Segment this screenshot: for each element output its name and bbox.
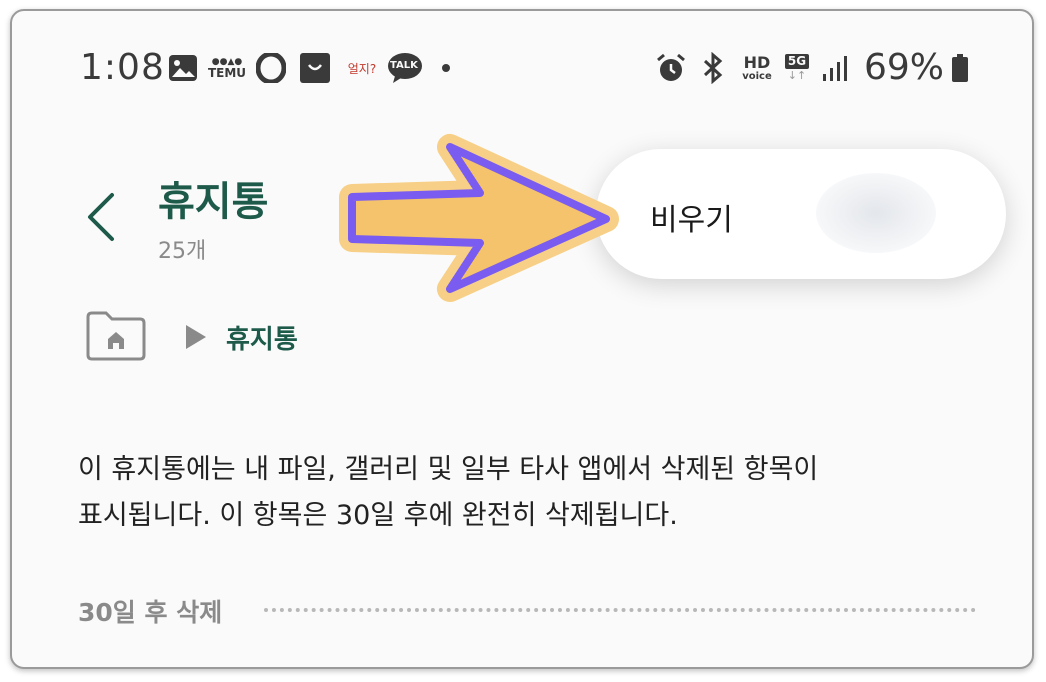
battery-icon [948, 51, 972, 85]
overflow-menu: 비우기 [596, 149, 1006, 279]
chevron-left-icon [88, 193, 114, 241]
screen-frame: 1:08 ●●▲● TEMU 얼지? TALK HD voice 5G ↓↑ 6… [10, 9, 1034, 669]
item-count: 25개 [158, 239, 207, 264]
home-folder-button[interactable] [84, 309, 148, 363]
touch-ripple [816, 173, 936, 253]
annotation-arrow-icon [339, 134, 619, 302]
description-line: 표시됩니다. 이 항목은 30일 후에 완전히 삭제됩니다. [78, 500, 678, 531]
bluetooth-icon [698, 51, 728, 85]
page-title: 휴지통 [158, 179, 269, 225]
section-header: 30일 후 삭제 [78, 598, 223, 627]
description-line: 이 휴지통에는 내 파일, 갤러리 및 일부 타사 앱에서 삭제된 항목이 [78, 454, 819, 485]
gallery-icon [166, 51, 200, 85]
alarm-icon [654, 51, 688, 85]
more-dot-icon [436, 51, 456, 85]
breadcrumb-current[interactable]: 휴지통 [226, 319, 298, 356]
status-time: 1:08 [80, 47, 165, 88]
status-bar: 1:08 ●●▲● TEMU 얼지? TALK HD voice 5G ↓↑ 6… [12, 11, 1032, 111]
5g-icon: 5G ↓↑ [782, 51, 812, 85]
hd-voice-icon: HD voice [742, 52, 772, 82]
shopping-bag-icon [296, 51, 334, 85]
breadcrumb-separator-icon [186, 325, 206, 349]
talk-icon: TALK [386, 51, 424, 85]
oeji-icon: 얼지? [347, 61, 377, 76]
temu-icon: ●●▲● TEMU [207, 56, 247, 80]
signal-icon [820, 51, 852, 85]
opera-icon [254, 51, 288, 85]
empty-trash-menu-item[interactable]: 비우기 [650, 195, 733, 239]
section-divider [264, 608, 976, 612]
trash-description: 이 휴지통에는 내 파일, 갤러리 및 일부 타사 앱에서 삭제된 항목이 표시… [78, 447, 938, 539]
home-folder-icon [86, 311, 146, 361]
battery-percent: 69% [864, 47, 945, 88]
back-button[interactable] [82, 187, 122, 247]
